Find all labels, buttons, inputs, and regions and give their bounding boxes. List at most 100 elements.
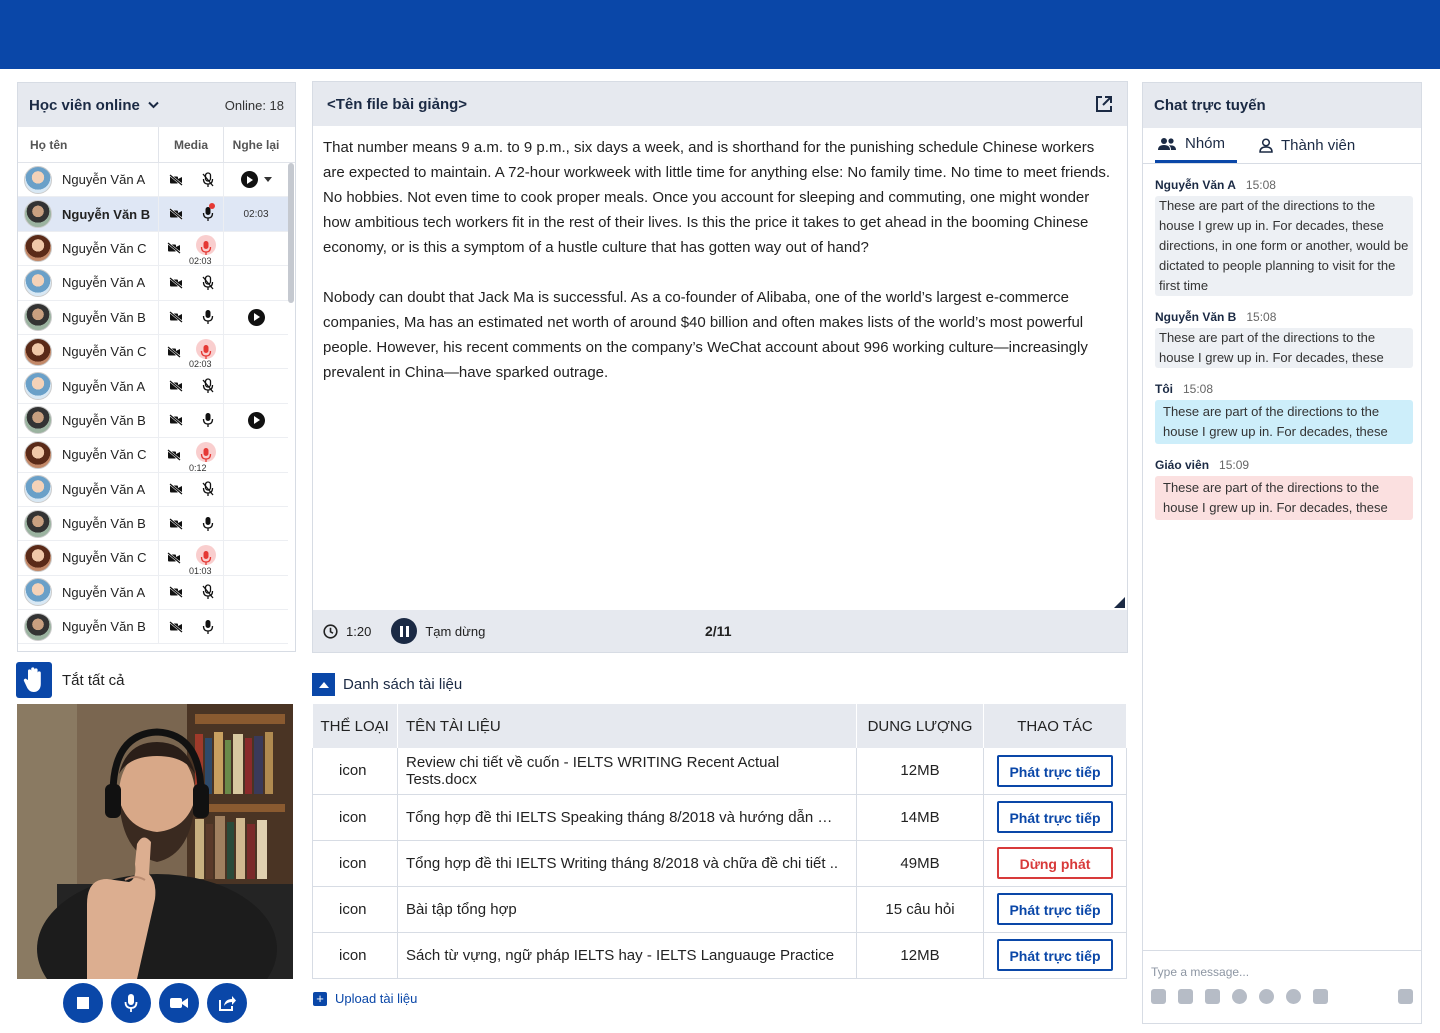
- camera-off-icon[interactable]: [168, 414, 183, 427]
- avatar: [24, 578, 52, 607]
- resize-handle[interactable]: [1114, 597, 1125, 608]
- student-name: Nguyễn Văn B: [62, 516, 146, 532]
- lecture-paragraph: Nobody can doubt that Jack Ma is success…: [323, 289, 1088, 381]
- pause-icon: [391, 618, 418, 644]
- students-dropdown[interactable]: Học viên online: [29, 97, 159, 114]
- students-table-header: Họ tên Media Nghe lại: [18, 127, 295, 163]
- image-icon[interactable]: [1151, 989, 1166, 1004]
- document-name[interactable]: Sách từ vựng, ngữ pháp IELTS hay - IELTS…: [397, 932, 857, 979]
- open-external-icon[interactable]: [1095, 95, 1113, 113]
- stop-button[interactable]: [63, 983, 103, 1023]
- camera-off-icon[interactable]: [168, 586, 183, 599]
- mic-button[interactable]: [111, 983, 151, 1023]
- student-replay-cell: [224, 576, 288, 609]
- sticker-icon[interactable]: [1178, 989, 1193, 1004]
- chat-panel: Chat trực tuyến Nhóm Thành viên Nguyễn V…: [1142, 82, 1422, 1024]
- camera-off-icon[interactable]: [167, 448, 181, 461]
- camera-off-icon[interactable]: [168, 208, 183, 220]
- camera-off-icon[interactable]: [168, 620, 183, 633]
- lecture-header: <Tên file bài giảng>: [313, 82, 1127, 126]
- broadcast-button[interactable]: Phát trực tiếp: [997, 893, 1113, 925]
- student-media-cell: [159, 300, 224, 334]
- student-row[interactable]: Nguyễn Văn B: [18, 506, 288, 542]
- camera-button[interactable]: [159, 983, 199, 1023]
- stop-broadcast-button[interactable]: Dừng phát: [997, 847, 1113, 879]
- student-name: Nguyễn Văn C: [62, 344, 147, 360]
- documents-section-toggle[interactable]: Danh sách tài liệu: [312, 673, 462, 696]
- tab-members[interactable]: Thành viên: [1257, 127, 1357, 163]
- broadcast-button[interactable]: Phát trực tiếp: [997, 801, 1113, 833]
- avatar: [24, 509, 52, 538]
- student-row[interactable]: Nguyễn Văn A: [18, 575, 288, 611]
- mic-icon[interactable]: [200, 447, 212, 463]
- broadcast-button[interactable]: Phát trực tiếp: [997, 939, 1113, 971]
- attachment-icon[interactable]: [1259, 989, 1274, 1004]
- play-icon[interactable]: [240, 171, 258, 189]
- emoji-icon[interactable]: [1232, 989, 1247, 1004]
- tab-members-label: Thành viên: [1281, 136, 1356, 154]
- upload-document-link[interactable]: + Upload tài liệu: [313, 991, 417, 1006]
- student-row[interactable]: Nguyễn Văn B: [18, 610, 288, 645]
- play-icon[interactable]: [247, 308, 265, 326]
- camera-off-icon[interactable]: [168, 311, 183, 324]
- document-name[interactable]: Review chi tiết về cuốn - IELTS WRITING …: [397, 748, 857, 795]
- mic-off-icon[interactable]: [202, 584, 214, 600]
- mic-icon[interactable]: [202, 516, 214, 532]
- mic-off-icon[interactable]: [202, 481, 214, 497]
- camera-icon[interactable]: [1313, 989, 1328, 1004]
- chat-message: Nguyễn Văn A 15:08 These are part of the d…: [1155, 178, 1413, 296]
- mute-all-button[interactable]: [16, 662, 52, 698]
- avatar: [24, 543, 52, 572]
- student-row[interactable]: Nguyễn Văn C 02:03: [18, 231, 288, 267]
- student-media-cell: [159, 472, 224, 506]
- camera-off-icon[interactable]: [167, 552, 181, 564]
- student-name: Nguyễn Văn A: [62, 584, 146, 600]
- student-replay-cell: [224, 335, 288, 368]
- student-row[interactable]: Nguyễn Văn A: [18, 163, 288, 198]
- students-scrollbar[interactable]: [288, 163, 294, 303]
- camera-off-icon[interactable]: [168, 276, 183, 289]
- document-name[interactable]: Tổng hợp đề thi IELTS Writing tháng 8/20…: [397, 840, 857, 887]
- camera-off-icon[interactable]: [167, 242, 181, 255]
- student-row[interactable]: Nguyễn Văn A: [18, 266, 288, 301]
- broadcast-button[interactable]: Phát trực tiếp: [997, 754, 1113, 787]
- camera-off-icon[interactable]: [168, 380, 183, 392]
- chat-message: Nguyễn Văn B 15:08 These are part of the d…: [1155, 310, 1413, 368]
- students-panel-header: Học viên online Online: 18: [18, 83, 295, 127]
- camera-off-icon[interactable]: [168, 173, 183, 186]
- pause-control[interactable]: Tạm dừng: [391, 618, 485, 644]
- play-icon[interactable]: [247, 411, 265, 429]
- student-row[interactable]: Nguyễn Văn A: [18, 472, 288, 507]
- mic-icon[interactable]: [202, 619, 214, 635]
- student-row[interactable]: Nguyễn Văn A: [18, 369, 288, 404]
- message-input[interactable]: Type a message...: [1151, 965, 1413, 979]
- mic-off-icon[interactable]: [202, 378, 214, 394]
- document-name[interactable]: Tổng hợp đề thi IELTS Speaking tháng 8/2…: [397, 794, 857, 841]
- student-row[interactable]: Nguyễn Văn B 02:03: [18, 197, 288, 232]
- mic-off-icon[interactable]: [202, 172, 214, 188]
- student-row[interactable]: Nguyễn Văn B: [18, 403, 288, 439]
- mic-icon[interactable]: [202, 412, 214, 428]
- camera-off-icon[interactable]: [168, 517, 183, 530]
- camera-off-icon[interactable]: [167, 345, 181, 358]
- student-row[interactable]: Nguyễn Văn C 01:03: [18, 541, 288, 576]
- thumbs-up-icon[interactable]: [1398, 989, 1413, 1004]
- student-row[interactable]: Nguyễn Văn B: [18, 300, 288, 335]
- mic-icon[interactable]: [202, 309, 214, 325]
- student-row[interactable]: Nguyễn Văn C 02:03: [18, 334, 288, 370]
- mic-icon[interactable]: [200, 344, 212, 360]
- student-row[interactable]: Nguyễn Văn C 0:12: [18, 438, 288, 473]
- student-name-cell: Nguyễn Văn B: [18, 506, 159, 541]
- camera-off-icon[interactable]: [168, 483, 183, 496]
- mic-icon[interactable]: [200, 240, 212, 256]
- gif-icon[interactable]: [1205, 989, 1220, 1004]
- student-name-cell: Nguyễn Văn C: [18, 334, 159, 369]
- share-screen-button[interactable]: [207, 983, 247, 1023]
- student-media-cell: [159, 610, 224, 644]
- link-icon[interactable]: [1286, 989, 1301, 1004]
- caret-down-icon[interactable]: [263, 177, 272, 183]
- mic-icon[interactable]: [200, 550, 212, 566]
- tab-group[interactable]: Nhóm: [1155, 127, 1237, 163]
- mic-off-icon[interactable]: [202, 275, 214, 291]
- document-name[interactable]: Bài tập tổng hợp: [397, 886, 857, 933]
